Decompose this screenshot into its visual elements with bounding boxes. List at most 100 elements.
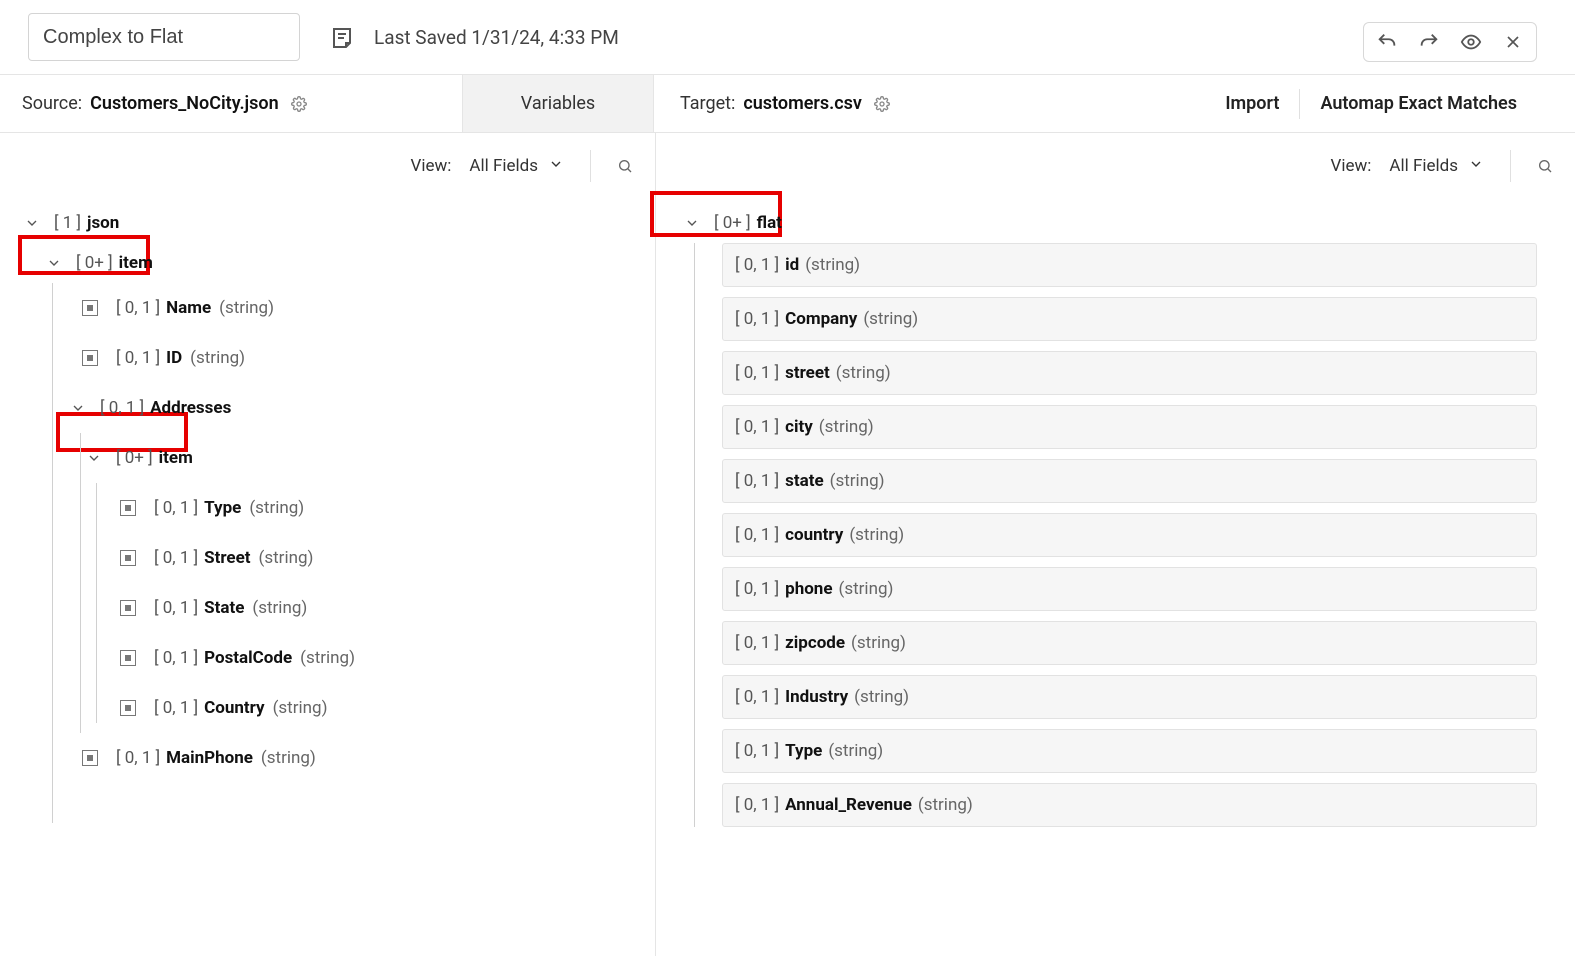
cardinality: [ 0+ ] [714, 213, 751, 233]
variables-tab[interactable]: Variables [462, 75, 654, 132]
tree-node-field[interactable]: [ 0, 1 ]PostalCode(string) [24, 633, 655, 683]
cardinality: [ 0, 1 ] [154, 598, 198, 618]
target-field-row[interactable]: [ 0, 1 ]id(string) [722, 243, 1537, 287]
field-type: (string) [219, 298, 274, 318]
field-name: Type [785, 741, 822, 761]
source-view-value: All Fields [469, 156, 538, 176]
cardinality: [ 0, 1 ] [735, 687, 779, 707]
tree-node-flat[interactable]: [ 0+ ] flat [680, 203, 1575, 243]
field-type: (string) [805, 255, 860, 275]
target-field-row[interactable]: [ 0, 1 ]city(string) [722, 405, 1537, 449]
tree-node-addresses-item[interactable]: [ 0+ ] item [24, 433, 655, 483]
close-icon[interactable] [1500, 29, 1526, 55]
field-type: (string) [190, 348, 245, 368]
field-type: (string) [300, 648, 355, 668]
tree-line [694, 243, 695, 827]
undo-icon[interactable] [1374, 29, 1400, 55]
cardinality: [ 0, 1 ] [735, 525, 779, 545]
tree-node-field[interactable]: [ 0, 1 ] ID (string) [24, 333, 655, 383]
source-view-selector[interactable]: All Fields [469, 156, 564, 177]
topbar-actions [1363, 22, 1537, 62]
cardinality: [ 0, 1 ] [735, 795, 779, 815]
cardinality: [ 0, 1 ] [116, 348, 160, 368]
node-name: flat [757, 213, 782, 233]
target-field-row[interactable]: [ 0, 1 ] country (string) [722, 513, 1537, 557]
target-tree: [ 0+ ] flat [ 0, 1 ]id(string) [ 0, 1 ]Co… [656, 199, 1575, 857]
field-type: (string) [849, 525, 904, 545]
field-name: country [785, 525, 843, 545]
target-gear-icon[interactable] [874, 96, 890, 112]
field-type: (string) [854, 687, 909, 707]
source-gear-icon[interactable] [291, 96, 307, 112]
target-field-row[interactable]: [ 0, 1 ]Industry(string) [722, 675, 1537, 719]
chevron-down-icon[interactable] [684, 215, 700, 231]
field-type: (string) [863, 309, 918, 329]
tree-node-field[interactable]: [ 0, 1 ]State(string) [24, 583, 655, 633]
target-field-row[interactable]: [ 0, 1 ]street(string) [722, 351, 1537, 395]
target-pane: View: All Fields [ 0+ ] [656, 133, 1575, 956]
target-field-row[interactable]: [ 0, 1 ]Company(string) [722, 297, 1537, 341]
source-label: Source: [22, 93, 82, 114]
chevron-down-icon[interactable] [24, 215, 40, 231]
field-name: Name [166, 298, 211, 318]
field-name: MainPhone [166, 748, 253, 768]
redo-icon[interactable] [1416, 29, 1442, 55]
tree-node-field[interactable]: [ 0, 1 ]Type(string) [24, 483, 655, 533]
field-icon [82, 750, 98, 766]
tree-node-field[interactable]: [ 0, 1 ]Country(string) [24, 683, 655, 733]
target-field-row[interactable]: [ 0, 1 ]state(string) [722, 459, 1537, 503]
target-view-selector[interactable]: All Fields [1389, 156, 1484, 177]
target-label: Target: [680, 93, 735, 114]
target-field-row[interactable]: [ 0, 1 ]Type(string) [722, 729, 1537, 773]
chevron-down-icon [1468, 156, 1484, 177]
tree-node-addresses[interactable]: [ 0, 1 ] Addresses [24, 383, 655, 433]
tree-node-field[interactable]: [ 0, 1 ]Name(string) [24, 283, 655, 333]
automap-link[interactable]: Automap Exact Matches [1300, 75, 1537, 132]
notes-icon[interactable] [328, 23, 356, 51]
field-name: street [785, 363, 830, 383]
field-icon [120, 550, 136, 566]
target-field-row[interactable]: [ 0, 1 ]phone(string) [722, 567, 1537, 611]
target-field-row[interactable]: [ 0, 1 ]Annual_Revenue(string) [722, 783, 1537, 827]
target-view-value: All Fields [1389, 156, 1458, 176]
field-icon [120, 500, 136, 516]
field-type: (string) [830, 471, 885, 491]
topbar: Last Saved 1/31/24, 4:33 PM [0, 0, 1575, 75]
import-link[interactable]: Import [1205, 75, 1299, 132]
cardinality: [ 1 ] [54, 213, 81, 233]
cardinality: [ 0, 1 ] [154, 498, 198, 518]
cardinality: [ 0, 1 ] [735, 579, 779, 599]
tree-node-field[interactable]: [ 0, 1 ] MainPhone (string) [24, 733, 655, 783]
cardinality: [ 0+ ] [116, 448, 153, 468]
chevron-down-icon[interactable] [46, 255, 62, 271]
chevron-down-icon[interactable] [86, 450, 102, 466]
preview-icon[interactable] [1458, 29, 1484, 55]
field-name: Street [204, 548, 250, 568]
tree-node-field[interactable]: [ 0, 1 ]Street(string) [24, 533, 655, 583]
target-file: customers.csv [743, 93, 862, 114]
cardinality: [ 0, 1 ] [154, 548, 198, 568]
chevron-down-icon[interactable] [70, 400, 86, 416]
field-type: (string) [839, 579, 894, 599]
source-tree: [ 1 ] json [ 0+ ] item [ 0, 1 ] Name (stri… [0, 199, 655, 803]
field-type: (string) [273, 698, 328, 718]
node-name: item [119, 253, 153, 273]
cardinality: [ 0, 1 ] [735, 741, 779, 761]
field-name: ID [166, 348, 182, 368]
cardinality: [ 0, 1 ] [154, 698, 198, 718]
subheader: Source: Customers_NoCity.json Variables … [0, 75, 1575, 133]
tree-node-root[interactable]: [ 1 ] json [24, 203, 655, 243]
field-name: zipcode [785, 633, 845, 653]
target-field-row[interactable]: [ 0, 1 ]zipcode(string) [722, 621, 1537, 665]
field-icon [120, 600, 136, 616]
target-search-icon[interactable] [1537, 158, 1553, 174]
node-name: json [87, 213, 119, 233]
source-view-label: View: [411, 156, 452, 176]
tree-node-item[interactable]: [ 0+ ] item [24, 243, 655, 283]
source-search-icon[interactable] [617, 158, 633, 174]
field-icon [82, 300, 98, 316]
field-name: state [785, 471, 824, 491]
transformation-title-input[interactable] [28, 13, 300, 61]
cardinality: [ 0, 1 ] [735, 363, 779, 383]
field-icon [120, 700, 136, 716]
